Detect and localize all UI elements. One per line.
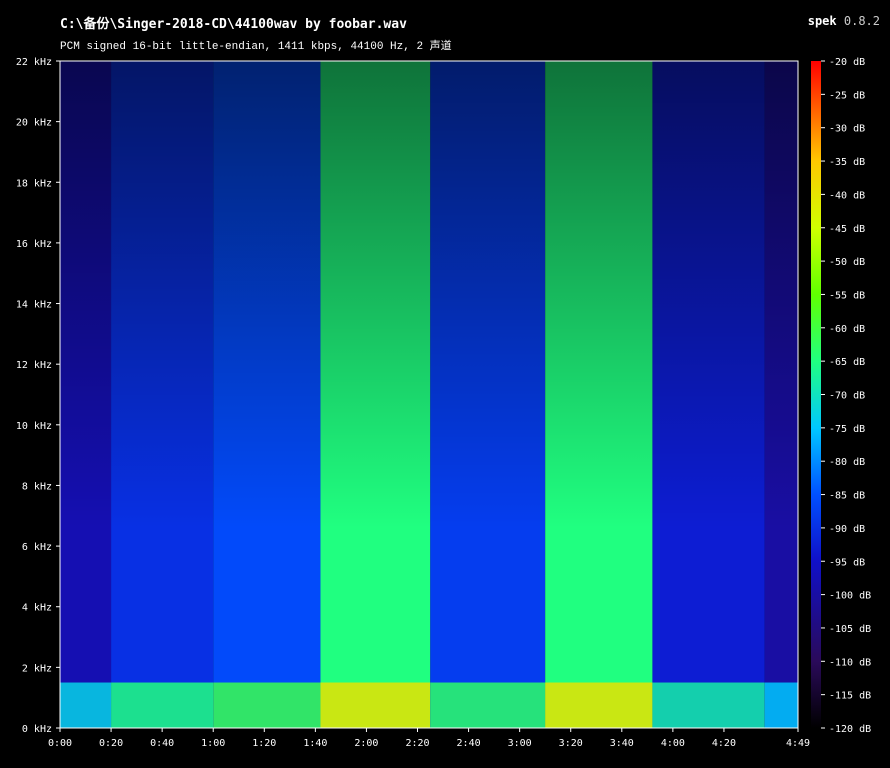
spectrogram-shading xyxy=(60,61,798,728)
x-tick-label: 1:00 xyxy=(201,738,225,749)
colorbar-tick-label: -30 dB xyxy=(829,124,865,135)
y-tick-label: 22 kHz xyxy=(16,57,52,68)
colorbar-tick-label: -110 dB xyxy=(829,657,871,668)
x-tick-label: 2:00 xyxy=(354,738,378,749)
y-tick-label: 4 kHz xyxy=(22,603,52,614)
colorbar-tick-label: -50 dB xyxy=(829,257,865,268)
colorbar-tick-label: -40 dB xyxy=(829,190,865,201)
colorbar-tick-label: -60 dB xyxy=(829,324,865,335)
colorbar-axis: -20 dB -25 dB -30 dB -35 dB -40 dB -45 dB -50 … xyxy=(821,57,871,735)
colorbar-tick-label: -25 dB xyxy=(829,90,865,101)
y-axis: 0 kHz 2 kHz 4 kHz 6 kHz 8 kHz 10 kHz 12 kHz 14 … xyxy=(16,57,60,735)
y-tick-label: 18 kHz xyxy=(16,178,52,189)
colorbar-tick-label: -120 dB xyxy=(829,724,871,735)
x-axis: 0:00 0:20 0:40 1:00 1:20 1:40 2:00 2:20 2:40 3:00… xyxy=(48,728,810,749)
colorbar-tick-label: -70 dB xyxy=(829,391,865,402)
y-tick-label: 0 kHz xyxy=(22,724,52,735)
x-tick-label: 0:20 xyxy=(99,738,123,749)
colorbar-tick-label: -65 dB xyxy=(829,357,865,368)
x-tick-label: 4:20 xyxy=(712,738,736,749)
y-tick-label: 6 kHz xyxy=(22,542,52,553)
colorbar-tick-label: -20 dB xyxy=(829,57,865,68)
y-tick-label: 14 kHz xyxy=(16,300,52,311)
y-tick-label: 20 kHz xyxy=(16,118,52,129)
colorbar-tick-label: -75 dB xyxy=(829,424,865,435)
y-tick-label: 16 kHz xyxy=(16,239,52,250)
y-tick-label: 10 kHz xyxy=(16,421,52,432)
x-tick-label: 0:00 xyxy=(48,738,72,749)
colorbar-tick-label: -105 dB xyxy=(829,624,871,635)
colorbar-tick-label: -100 dB xyxy=(829,591,871,602)
x-tick-label: 2:40 xyxy=(457,738,481,749)
x-tick-label: 4:49 xyxy=(786,738,810,749)
x-tick-label: 0:40 xyxy=(150,738,174,749)
x-tick-label: 1:20 xyxy=(252,738,276,749)
x-tick-label: 3:20 xyxy=(559,738,583,749)
colorbar-tick-label: -55 dB xyxy=(829,290,865,301)
colorbar-tick-label: -45 dB xyxy=(829,224,865,235)
x-tick-label: 4:00 xyxy=(661,738,685,749)
colorbar-tick-label: -35 dB xyxy=(829,157,865,168)
x-tick-label: 3:00 xyxy=(508,738,532,749)
colorbar-tick-label: -90 dB xyxy=(829,524,865,535)
x-tick-label: 3:40 xyxy=(610,738,634,749)
x-tick-label: 1:40 xyxy=(303,738,327,749)
y-tick-label: 8 kHz xyxy=(22,481,52,492)
colorbar-tick-label: -85 dB xyxy=(829,491,865,502)
colorbar-tick-label: -95 dB xyxy=(829,557,865,568)
colorbar-tick-label: -80 dB xyxy=(829,457,865,468)
colorbar-tick-label: -115 dB xyxy=(829,691,871,702)
y-tick-label: 12 kHz xyxy=(16,360,52,371)
y-tick-label: 2 kHz xyxy=(22,663,52,674)
x-tick-label: 2:20 xyxy=(405,738,429,749)
spectrogram-chart: 0:00 0:20 0:40 1:00 1:20 1:40 2:00 2:20 2:40 3:00… xyxy=(16,57,871,749)
colorbar xyxy=(811,61,821,728)
